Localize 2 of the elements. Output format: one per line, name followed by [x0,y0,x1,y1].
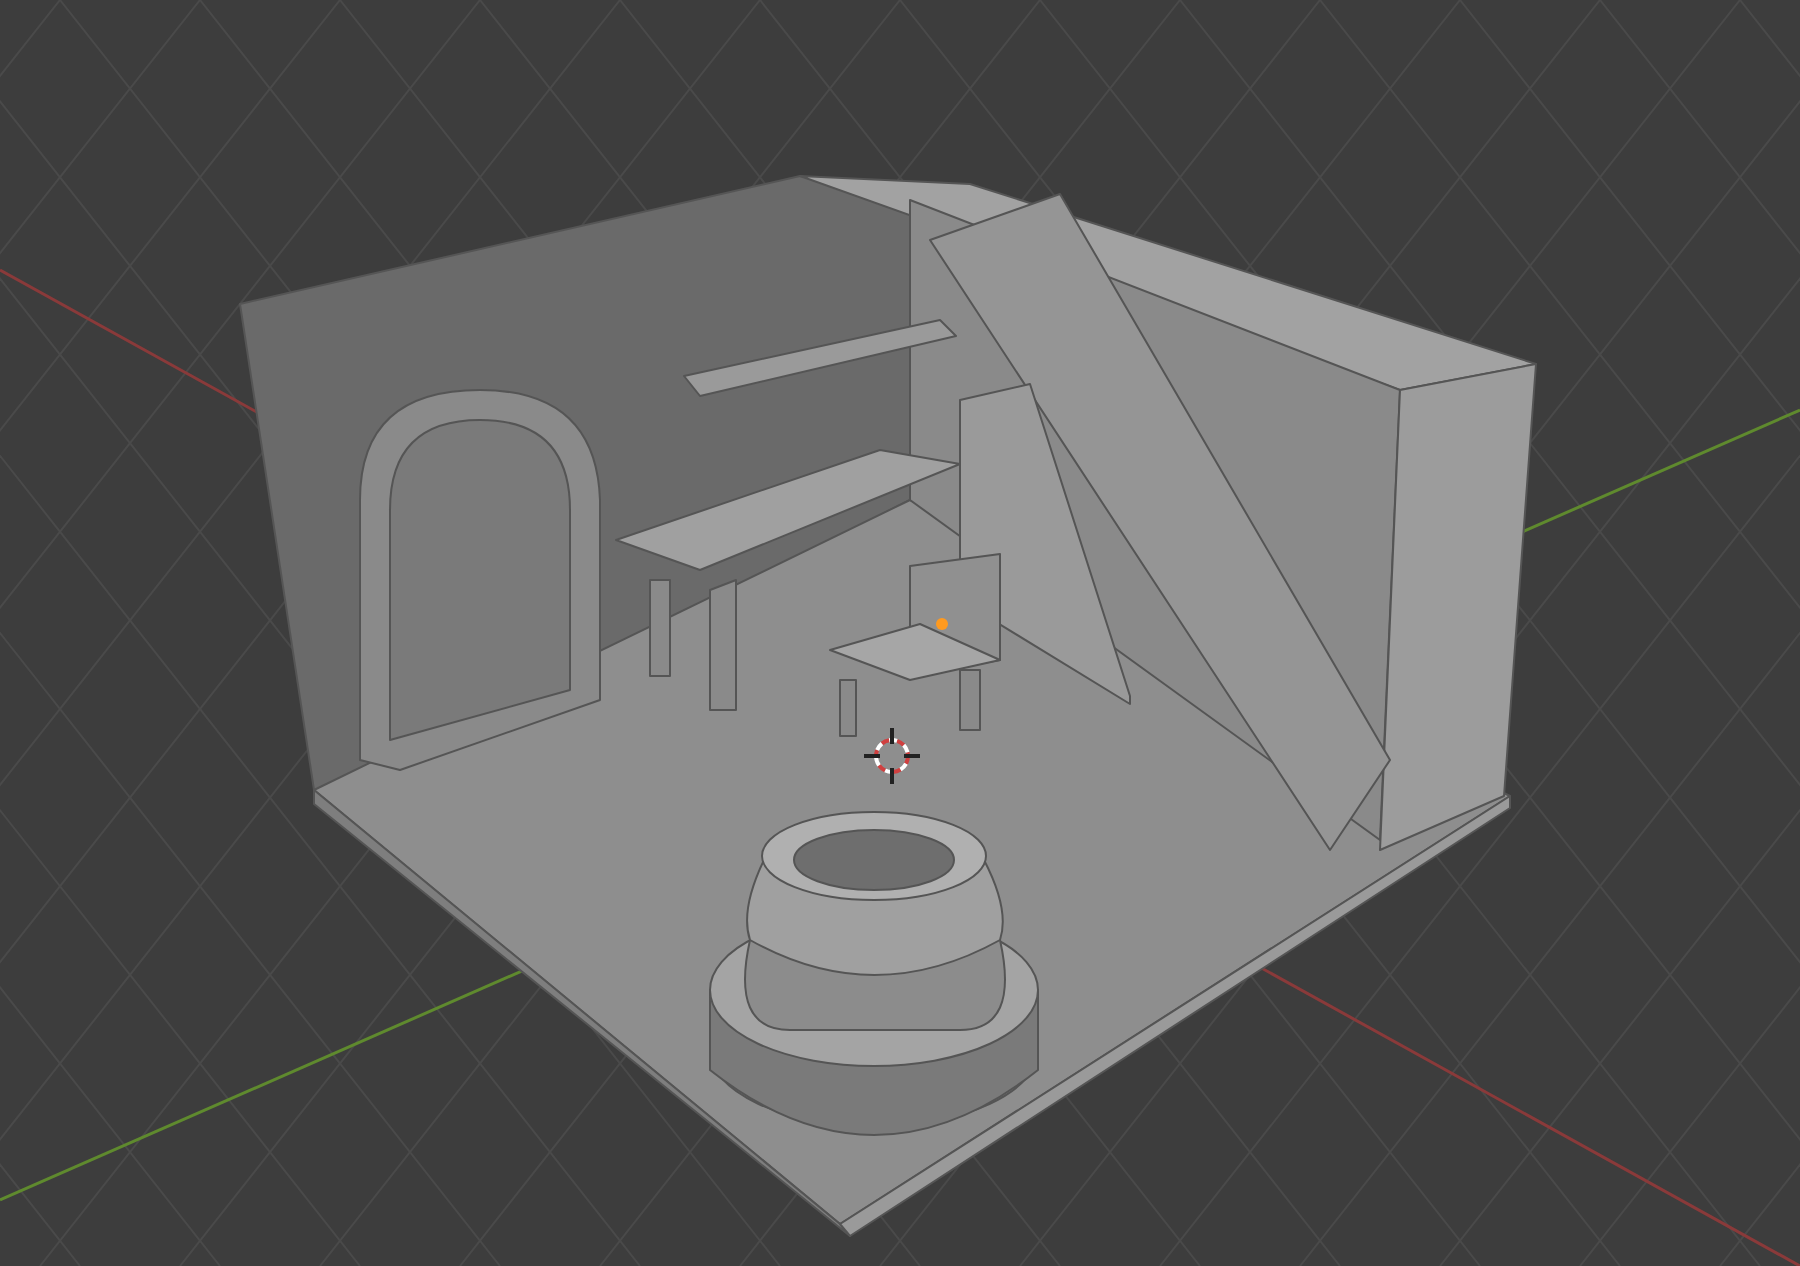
3d-cursor-icon [864,728,920,784]
origin-dot [936,618,948,630]
